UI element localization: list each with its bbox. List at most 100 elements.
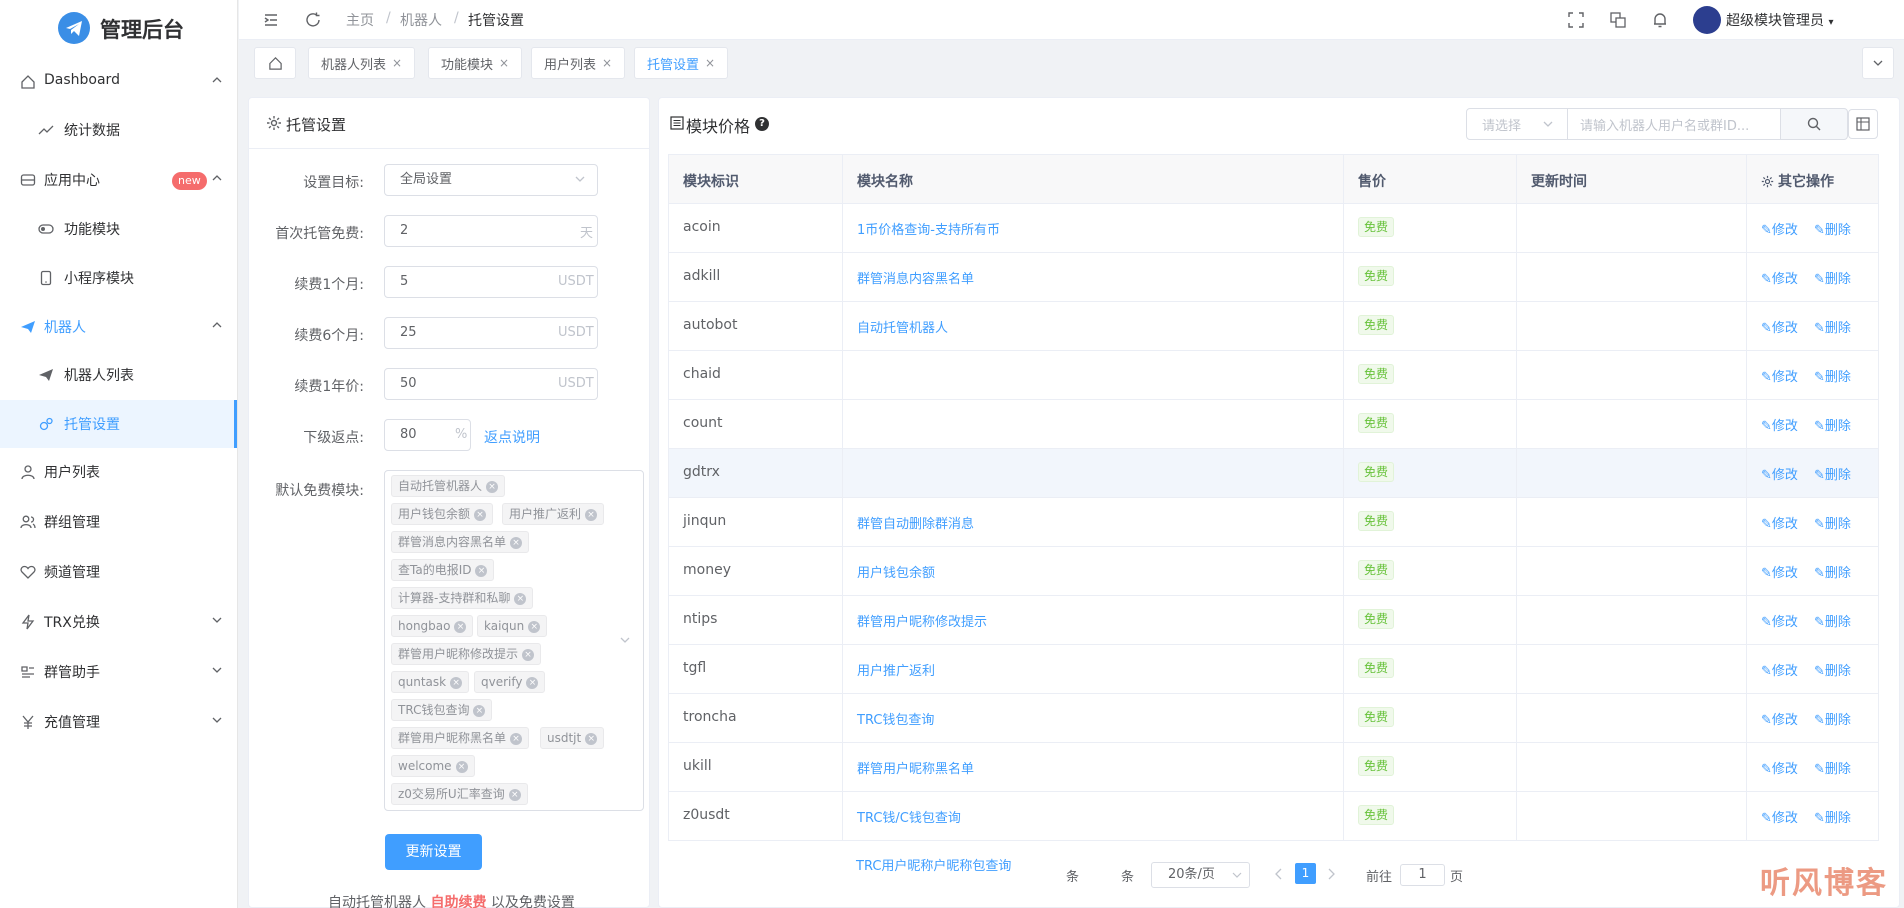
tab-robot-list[interactable]: 机器人列表 × [308, 47, 416, 79]
breadcrumb-robot[interactable]: 机器人 [400, 10, 442, 30]
breadcrumb-home[interactable]: 主页 [346, 10, 374, 30]
close-icon[interactable]: × [585, 732, 598, 745]
module-id-cell: ukill [683, 758, 712, 774]
chevron-down-icon [619, 634, 631, 646]
close-icon[interactable]: × [526, 676, 539, 689]
close-icon[interactable]: × [486, 480, 499, 493]
fullscreen-icon[interactable] [1567, 11, 1585, 29]
close-icon[interactable]: × [705, 56, 715, 70]
sidebar-item-hosting-settings[interactable]: 托管设置 [0, 400, 237, 448]
close-icon[interactable]: × [585, 508, 598, 521]
delete-button[interactable]: ✎删除 [1814, 268, 1851, 287]
close-icon[interactable]: × [528, 620, 541, 633]
delete-button[interactable]: ✎删除 [1814, 807, 1851, 826]
user-menu[interactable]: 超级模块管理员 ▾ [1726, 10, 1833, 30]
update-settings-button[interactable]: 更新设置 [385, 834, 482, 870]
sidebar-item-channels[interactable]: 频道管理 [0, 548, 237, 596]
close-icon[interactable]: × [454, 620, 467, 633]
rebate-help-link[interactable]: 返点说明 [484, 427, 540, 447]
bell-icon[interactable] [1651, 11, 1669, 29]
close-icon[interactable]: × [455, 760, 468, 773]
delete-button[interactable]: ✎删除 [1814, 660, 1851, 679]
edit-icon: ✎ [1761, 517, 1772, 532]
sidebar-item-trx[interactable]: TRX兑换 [0, 598, 237, 646]
free-days-input[interactable]: 2 [384, 215, 598, 247]
close-icon[interactable]: × [450, 676, 463, 689]
rebate-unit: % [455, 427, 468, 442]
delete-button[interactable]: ✎删除 [1814, 366, 1851, 385]
edit-icon: ✎ [1761, 566, 1772, 581]
sidebar-item-users[interactable]: 用户列表 [0, 448, 237, 496]
goto-page-input[interactable]: 1 [1400, 864, 1445, 886]
avatar[interactable] [1693, 6, 1721, 34]
tab-users[interactable]: 用户列表 × [531, 47, 626, 79]
sidebar-item-group-assistant[interactable]: 群管助手 [0, 648, 237, 696]
sidebar-item-stats[interactable]: 统计数据 [0, 106, 237, 154]
tab-home[interactable] [254, 47, 296, 79]
tabs-dropdown[interactable] [1862, 47, 1894, 79]
sidebar-item-robot-list[interactable]: 机器人列表 [0, 351, 237, 399]
delete-button[interactable]: ✎删除 [1814, 513, 1851, 532]
tag-label: kaiqun [484, 619, 525, 633]
delete-button[interactable]: ✎删除 [1814, 219, 1851, 238]
edit-button[interactable]: ✎修改 [1761, 219, 1798, 238]
sidebar-item-robot[interactable]: 机器人 [0, 303, 237, 351]
module-id-cell: troncha [683, 709, 737, 725]
close-icon[interactable]: × [602, 56, 612, 70]
sidebar-item-recharge[interactable]: 充值管理 [0, 698, 237, 746]
refresh-icon[interactable] [304, 11, 322, 29]
edit-button[interactable]: ✎修改 [1761, 415, 1798, 434]
edit-button[interactable]: ✎修改 [1761, 709, 1798, 728]
menu-fold-icon[interactable] [262, 11, 280, 29]
prev-page-icon[interactable] [1274, 868, 1284, 880]
close-icon[interactable]: × [473, 704, 486, 717]
target-select[interactable]: 全局设置 [384, 164, 598, 196]
edit-button[interactable]: ✎修改 [1761, 562, 1798, 581]
close-icon[interactable]: × [475, 564, 488, 577]
close-icon[interactable]: × [499, 56, 509, 70]
delete-button[interactable]: ✎删除 [1814, 709, 1851, 728]
tab-modules[interactable]: 功能模块 × [428, 47, 523, 79]
delete-button[interactable]: ✎删除 [1814, 611, 1851, 630]
table-row: gdtrx 免费 ✎修改 ✎删除 [668, 449, 1879, 498]
sidebar-item-label: 统计数据 [64, 123, 120, 139]
edit-label: 修改 [1771, 811, 1798, 826]
edit-button[interactable]: ✎修改 [1761, 660, 1798, 679]
sidebar-item-miniapp[interactable]: 小程序模块 [0, 254, 237, 302]
delete-button[interactable]: ✎删除 [1814, 415, 1851, 434]
module-tag: qverify × [474, 671, 546, 693]
edit-label: 修改 [1771, 419, 1798, 434]
column-settings-button[interactable] [1848, 109, 1878, 139]
sidebar-item-modules[interactable]: 功能模块 [0, 205, 237, 253]
delete-button[interactable]: ✎删除 [1814, 464, 1851, 483]
language-icon[interactable] [1609, 11, 1627, 29]
edit-button[interactable]: ✎修改 [1761, 366, 1798, 385]
tab-hosting-settings[interactable]: 托管设置 × [634, 47, 729, 79]
close-icon[interactable]: × [508, 788, 521, 801]
tag-label: welcome [398, 759, 452, 773]
close-icon[interactable]: × [392, 56, 402, 70]
sidebar-item-dashboard[interactable]: Dashboard [0, 58, 237, 106]
close-icon[interactable]: × [514, 592, 527, 605]
close-icon[interactable]: × [510, 732, 523, 745]
delete-icon: ✎ [1814, 713, 1825, 728]
edit-button[interactable]: ✎修改 [1761, 317, 1798, 336]
edit-icon: ✎ [1761, 468, 1772, 483]
close-icon[interactable]: × [522, 648, 535, 661]
help-icon[interactable]: ? [755, 117, 769, 131]
delete-button[interactable]: ✎删除 [1814, 562, 1851, 581]
delete-button[interactable]: ✎删除 [1814, 317, 1851, 336]
close-icon[interactable]: × [510, 536, 523, 549]
edit-button[interactable]: ✎修改 [1761, 807, 1798, 826]
next-page-icon[interactable] [1326, 868, 1336, 880]
edit-button[interactable]: ✎修改 [1761, 513, 1798, 532]
edit-button[interactable]: ✎修改 [1761, 464, 1798, 483]
sidebar-item-groups[interactable]: 群组管理 [0, 498, 237, 546]
page-number-current[interactable]: 1 [1295, 863, 1316, 884]
edit-button[interactable]: ✎修改 [1761, 268, 1798, 287]
edit-label: 修改 [1771, 321, 1798, 336]
edit-button[interactable]: ✎修改 [1761, 611, 1798, 630]
close-icon[interactable]: × [474, 508, 487, 521]
edit-button[interactable]: ✎修改 [1761, 758, 1798, 777]
delete-button[interactable]: ✎删除 [1814, 758, 1851, 777]
